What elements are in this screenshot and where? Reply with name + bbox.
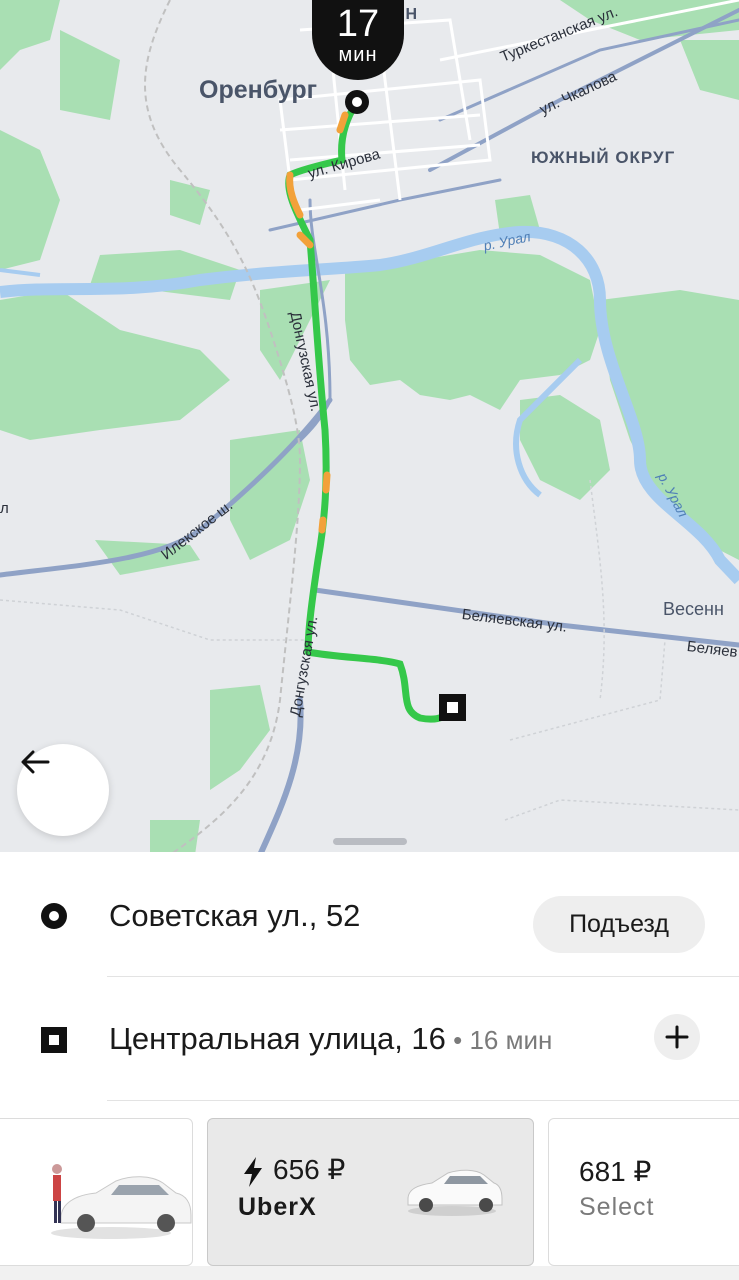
bottom-sheet: Советская ул., 52 Подъезд Центральная ул… [0,852,739,1280]
map-canvas [0,0,739,855]
lightning-icon [244,1157,262,1187]
map-view[interactable]: Оренбург ОН ЮЖНЫЙ ОКРУГ Туркестанская ул… [0,0,739,855]
destination-address: Центральная улица, 16 [109,1021,446,1056]
destination-text: Центральная улица, 16 • 16 мин [109,1021,552,1057]
uberx-price: 656 ₽ [273,1154,346,1185]
destination-marker [439,694,466,721]
eta-value: 17 [336,3,380,45]
eta-unit: мин [338,44,378,66]
destination-square-icon [41,1027,67,1053]
plus-icon [665,1025,689,1049]
product-card-select[interactable]: 681 ₽ Select [548,1118,739,1266]
pickup-marker [345,90,369,114]
divider [107,976,739,977]
car-image [407,1169,503,1216]
select-name: Select [579,1193,655,1221]
sheet-drag-handle[interactable] [333,838,407,845]
car-with-people-image [51,1164,192,1239]
uberx-name: UberX [238,1193,317,1221]
back-button[interactable] [17,744,109,836]
destination-row[interactable]: Центральная улица, 16 • 16 мин [0,986,739,1096]
street-label: л [0,500,9,517]
product-card-uberx[interactable]: 656 ₽ UberX [207,1118,534,1266]
add-stop-button[interactable] [654,1014,700,1060]
select-price: 681 ₽ [579,1156,652,1187]
destination-eta: • 16 мин [445,1025,553,1055]
arrow-left-icon [21,750,50,774]
pickup-row[interactable]: Советская ул., 52 Подъезд [0,862,739,972]
boundaries [0,479,739,821]
locality-label: Весенн [663,599,724,619]
divider [107,1100,739,1101]
pickup-dot-icon [41,903,67,929]
district-label: ЮЖНЫЙ ОКРУГ [531,148,676,167]
bottom-edge [0,1266,739,1280]
entrance-button[interactable]: Подъезд [533,896,705,953]
product-card-partial[interactable] [0,1118,193,1266]
city-label: Оренбург [199,76,318,104]
pickup-address: Советская ул., 52 [109,898,361,933]
